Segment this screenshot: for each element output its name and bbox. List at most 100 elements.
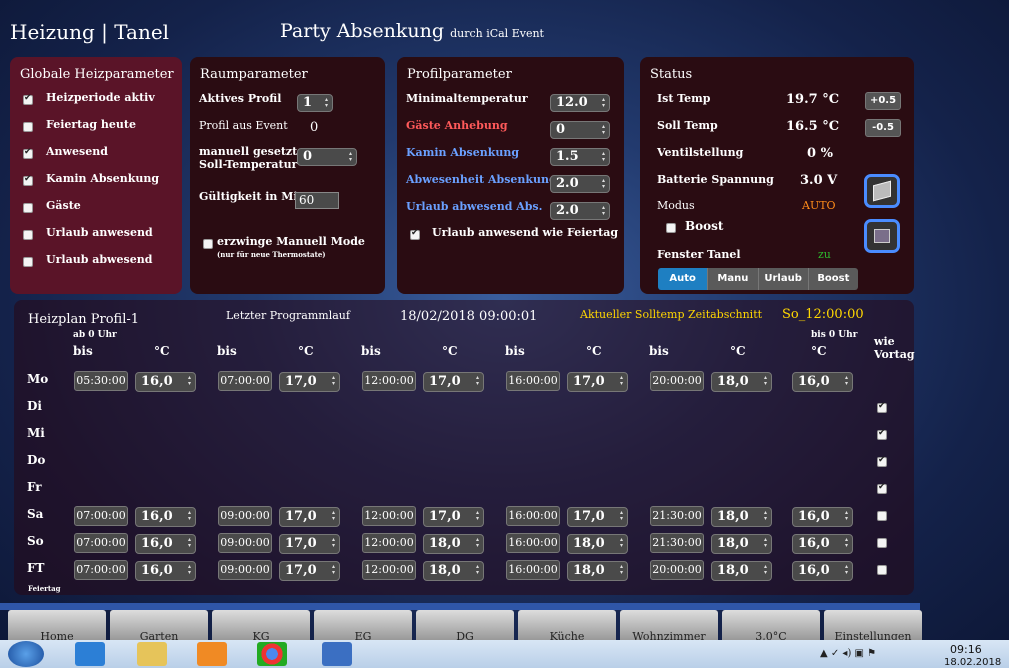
profil-select-4[interactable]: 2.0 (550, 202, 610, 220)
profil-select-3[interactable]: 2.0 (550, 175, 610, 193)
same-as-prev-so[interactable] (877, 538, 887, 548)
temp-ft-0[interactable]: 16,0 (135, 561, 196, 581)
urlaub-feiertag-checkbox[interactable] (410, 228, 420, 240)
global-checkbox-3[interactable] (23, 174, 33, 186)
bis-header-0: bis (73, 344, 93, 358)
force-checkbox[interactable] (203, 239, 213, 249)
start-button[interactable] (8, 641, 44, 667)
time-mo-1[interactable]: 07:00:00 (218, 371, 272, 391)
mode-auto[interactable]: Auto (658, 268, 708, 290)
time-mo-4[interactable]: 20:00:00 (650, 371, 704, 391)
temp-ft-1[interactable]: 17,0 (279, 561, 340, 581)
nav-4[interactable]: DG (416, 610, 514, 640)
time-so-4[interactable]: 21:30:00 (650, 533, 704, 553)
time-so-2[interactable]: 12:00:00 (362, 533, 416, 553)
time-sa-3[interactable]: 16:00:00 (506, 506, 560, 526)
thermostat-icon[interactable] (864, 174, 900, 208)
same-as-prev-sa[interactable] (877, 511, 887, 521)
global-checkbox-6[interactable] (23, 257, 33, 267)
mode-urlaub[interactable]: Urlaub (757, 268, 808, 290)
profil-select-0[interactable]: 12.0 (550, 94, 610, 112)
temp-sa-3[interactable]: 17,0 (567, 507, 628, 527)
temp-ft-2[interactable]: 18,0 (423, 561, 484, 581)
temp-so-4[interactable]: 18,0 (711, 534, 772, 554)
temp-sa-5[interactable]: 16,0 (792, 507, 853, 527)
temp-so-2[interactable]: 18,0 (423, 534, 484, 554)
time-sa-1[interactable]: 09:00:00 (218, 506, 272, 526)
time-sa-2[interactable]: 12:00:00 (362, 506, 416, 526)
nav-6[interactable]: Wohnzimmer (620, 610, 718, 640)
media-icon[interactable] (197, 642, 227, 666)
nav-2[interactable]: KG (212, 610, 310, 640)
temp-sa-4[interactable]: 18,0 (711, 507, 772, 527)
global-checkbox-4[interactable] (23, 203, 33, 213)
boost-checkbox[interactable] (666, 223, 676, 233)
nav-8[interactable]: Einstellungen (824, 610, 922, 640)
time-ft-3[interactable]: 16:00:00 (506, 560, 560, 580)
time-ft-1[interactable]: 09:00:00 (218, 560, 272, 580)
nav-7[interactable]: 3,0°C (722, 610, 820, 640)
global-checkbox-5[interactable] (23, 230, 33, 240)
nav-5[interactable]: Küche (518, 610, 616, 640)
time-ft-2[interactable]: 12:00:00 (362, 560, 416, 580)
temp-mo-4[interactable]: 18,0 (711, 372, 772, 392)
time-so-0[interactable]: 07:00:00 (74, 533, 128, 553)
temp-sa-1[interactable]: 17,0 (279, 507, 340, 527)
profil-select-2[interactable]: 1.5 (550, 148, 610, 166)
fenster-label: Fenster Tanel (657, 248, 741, 261)
app-icon[interactable] (322, 642, 352, 666)
temp-so-0[interactable]: 16,0 (135, 534, 196, 554)
temp-ft-4[interactable]: 18,0 (711, 561, 772, 581)
temp-so-5[interactable]: 16,0 (792, 534, 853, 554)
time-so-3[interactable]: 16:00:00 (506, 533, 560, 553)
temp-mo-5[interactable]: 16,0 (792, 372, 853, 392)
global-checkbox-2[interactable] (23, 147, 33, 159)
same-as-prev-fr[interactable] (877, 482, 887, 494)
plus-button[interactable]: +0.5 (865, 92, 901, 110)
temp-mo-2[interactable]: 17,0 (423, 372, 484, 392)
time-so-1[interactable]: 09:00:00 (218, 533, 272, 553)
gueltig-input[interactable]: 60 (295, 192, 339, 209)
modus-label: Modus (657, 199, 695, 212)
same-as-prev-ft[interactable] (877, 565, 887, 575)
nav-label-7: 3,0°C (755, 630, 787, 640)
temp-ft-3[interactable]: 18,0 (567, 561, 628, 581)
current-slot-value: So_12:00:00 (782, 307, 864, 322)
time-sa-4[interactable]: 21:30:00 (650, 506, 704, 526)
temp-ft-5[interactable]: 16,0 (792, 561, 853, 581)
time-sa-0[interactable]: 07:00:00 (74, 506, 128, 526)
profil-select-1[interactable]: 0 (550, 121, 610, 139)
time-ft-0[interactable]: 07:00:00 (74, 560, 128, 580)
window-icon[interactable] (864, 219, 900, 253)
temp-sa-0[interactable]: 16,0 (135, 507, 196, 527)
temp-sa-2[interactable]: 17,0 (423, 507, 484, 527)
mode-manu[interactable]: Manu (707, 268, 758, 290)
time-mo-3[interactable]: 16:00:00 (506, 371, 560, 391)
minus-button[interactable]: -0.5 (865, 119, 901, 137)
nav-0[interactable]: Home (8, 610, 106, 640)
ie-icon[interactable] (75, 642, 105, 666)
global-checkbox-0[interactable] (23, 93, 33, 105)
nav-3[interactable]: EG (314, 610, 412, 640)
temp-mo-3[interactable]: 17,0 (567, 372, 628, 392)
same-as-prev-do[interactable] (877, 455, 887, 467)
global-checkbox-1[interactable] (23, 122, 33, 132)
temp-mo-0[interactable]: 16,0 (135, 372, 196, 392)
nav-1[interactable]: Garten (110, 610, 208, 640)
manuell-select[interactable]: 0 (297, 148, 357, 166)
mode-boost[interactable]: Boost (807, 268, 858, 290)
time-ft-4[interactable]: 20:00:00 (650, 560, 704, 580)
nav-label-3: EG (354, 630, 372, 640)
tray-icons[interactable]: ▲ ✓ ◂) ▣ ⚑ (820, 648, 876, 659)
same-as-prev-mi[interactable] (877, 428, 887, 440)
explorer-icon[interactable] (137, 642, 167, 666)
ist-label: Ist Temp (657, 92, 711, 105)
temp-so-3[interactable]: 18,0 (567, 534, 628, 554)
temp-so-1[interactable]: 17,0 (279, 534, 340, 554)
aktives-select[interactable]: 1 (297, 94, 333, 112)
same-as-prev-di[interactable] (877, 401, 887, 413)
time-mo-2[interactable]: 12:00:00 (362, 371, 416, 391)
time-mo-0[interactable]: 05:30:00 (74, 371, 128, 391)
chrome-icon[interactable] (257, 642, 287, 666)
temp-mo-1[interactable]: 17,0 (279, 372, 340, 392)
